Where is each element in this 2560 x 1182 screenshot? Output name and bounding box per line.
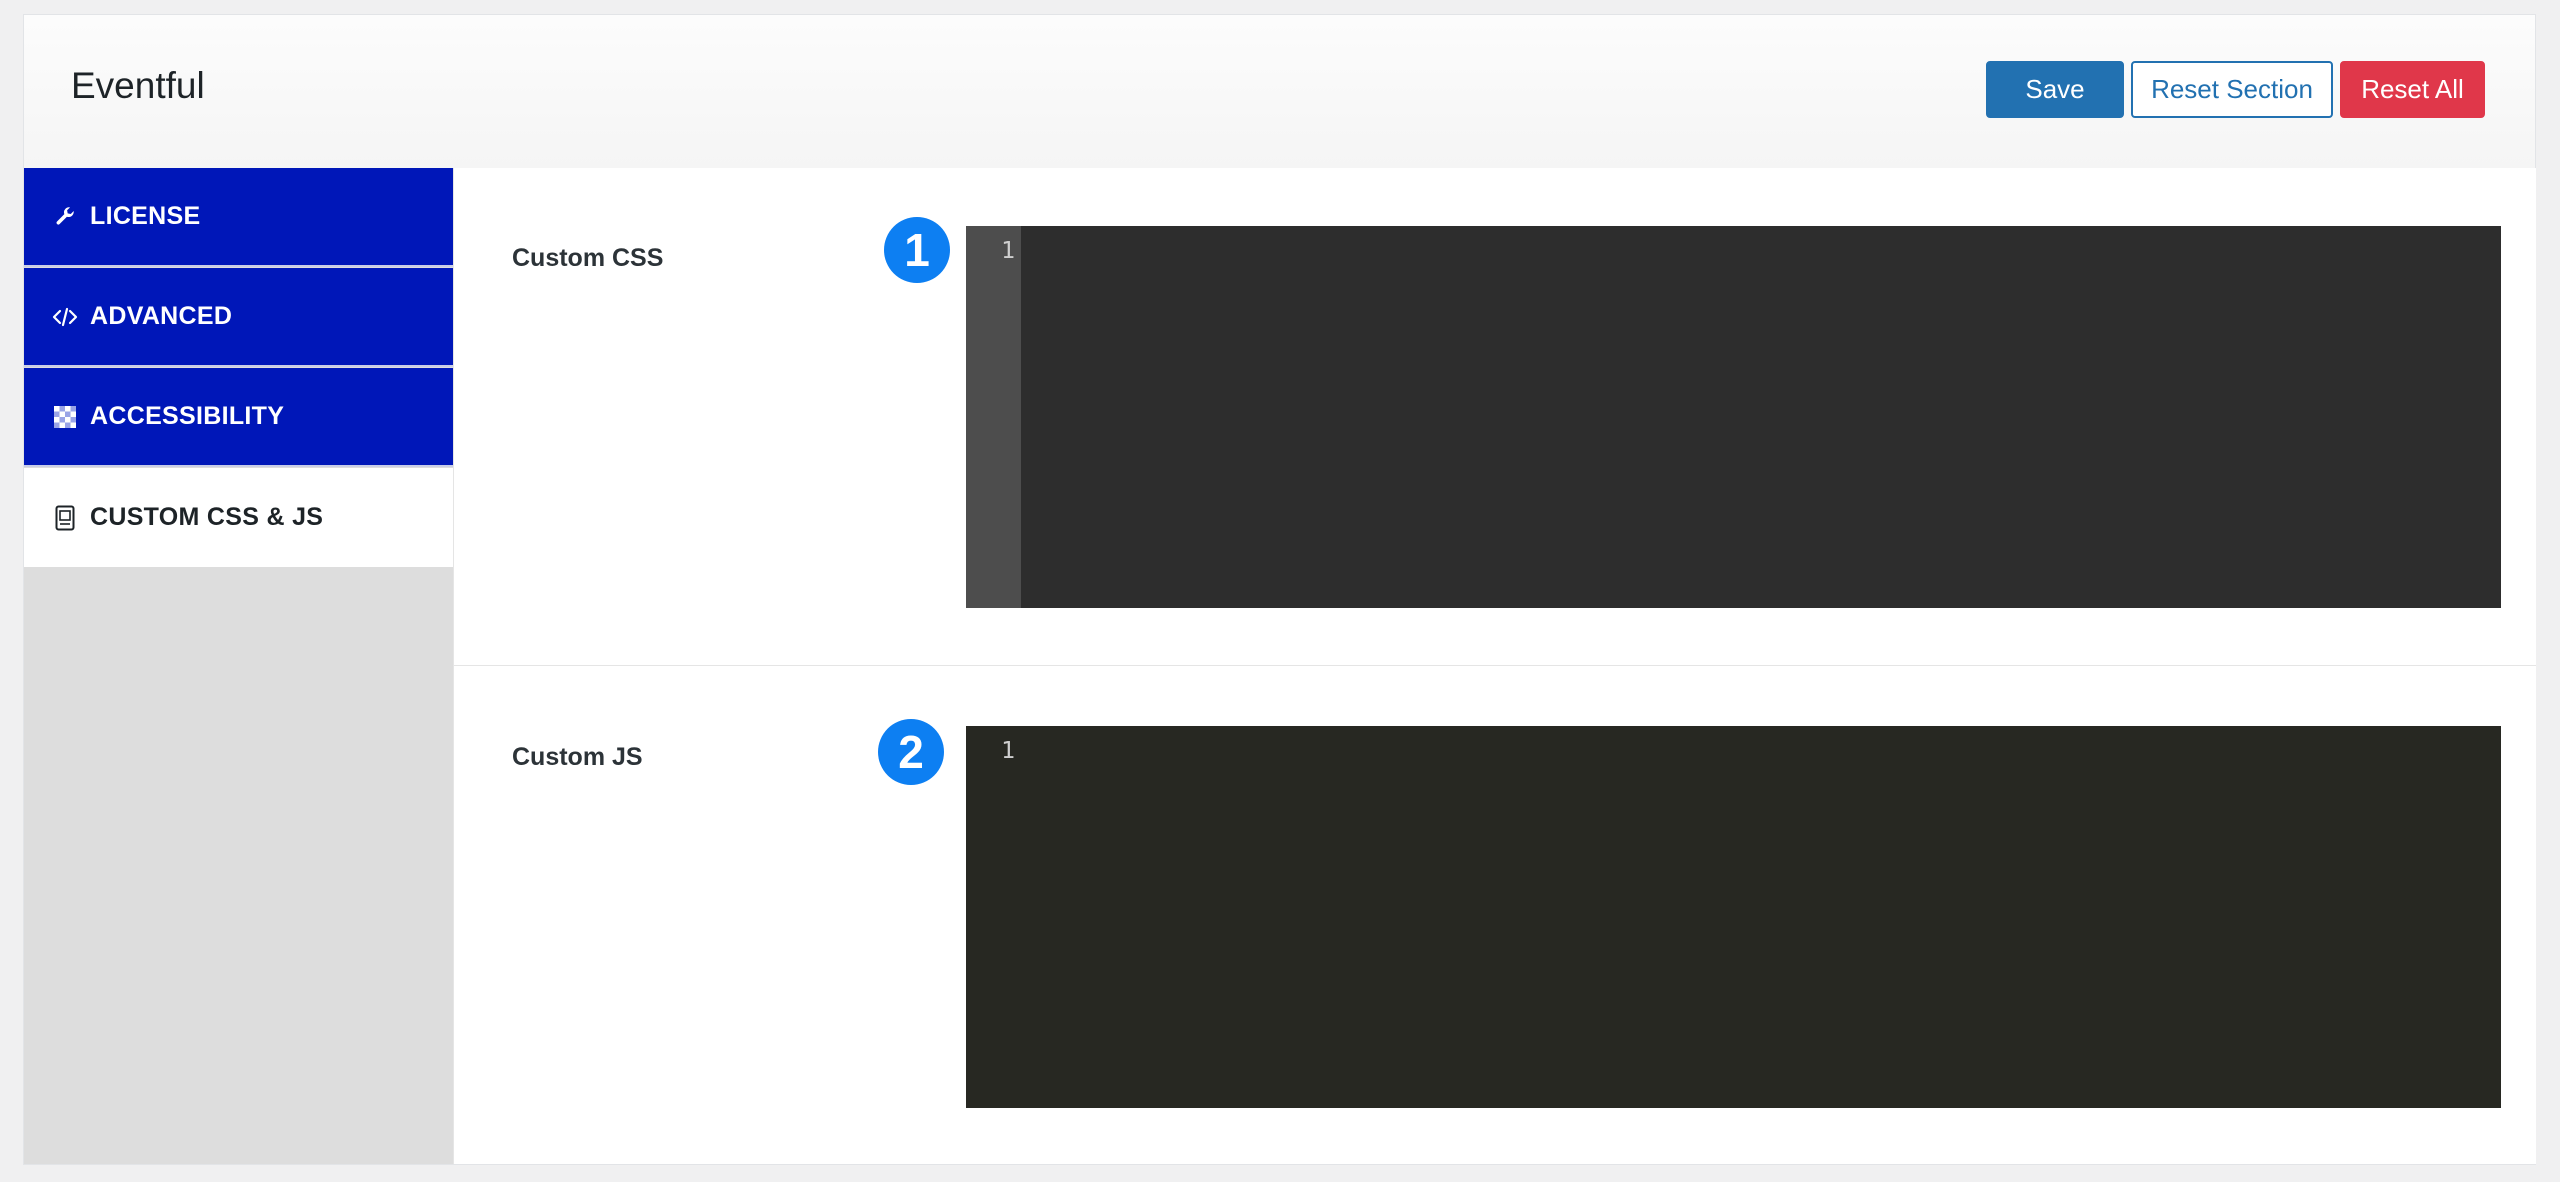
save-button[interactable]: Save [1986, 61, 2124, 118]
row-divider [454, 665, 2536, 666]
wrench-icon [52, 204, 78, 230]
sidebar-item-license[interactable]: LICENSE [24, 168, 453, 267]
settings-panel: Eventful Save Reset Section Reset All LI… [23, 14, 2536, 1165]
line-gutter: 1 [966, 226, 1021, 608]
line-number: 1 [1001, 238, 1015, 264]
sidebar-item-label: LICENSE [90, 202, 201, 230]
line-gutter: 1 [966, 726, 1021, 1108]
header: Eventful Save Reset Section Reset All [24, 15, 2535, 169]
step-badge-1: 1 [884, 217, 950, 283]
reset-all-button[interactable]: Reset All [2340, 61, 2485, 118]
sidebar-item-custom-css-js[interactable]: CUSTOM CSS & JS [24, 468, 453, 567]
main-content: Custom CSS 1 1 Custom JS 2 1 [453, 168, 2536, 1164]
custom-css-label: Custom CSS [512, 244, 664, 272]
custom-css-editor[interactable]: 1 [966, 226, 2501, 608]
reset-section-button[interactable]: Reset Section [2131, 61, 2333, 118]
line-number: 1 [1001, 738, 1015, 764]
css-code-area[interactable] [1021, 226, 2501, 608]
custom-js-editor[interactable]: 1 [966, 726, 2501, 1108]
js-code-area[interactable] [1021, 726, 2501, 1108]
checkerboard-icon [52, 404, 78, 430]
sidebar-item-accessibility[interactable]: ACCESSIBILITY [24, 368, 453, 467]
sidebar: LICENSE ADVANCED ACCESSIBILITY CUSTOM CS… [24, 168, 453, 1164]
sidebar-item-label: CUSTOM CSS & JS [90, 503, 324, 531]
sidebar-item-advanced[interactable]: ADVANCED [24, 268, 453, 367]
sidebar-item-label: ACCESSIBILITY [90, 402, 285, 430]
custom-js-label: Custom JS [512, 743, 643, 771]
file-code-icon [52, 505, 78, 531]
code-icon [52, 304, 78, 330]
sidebar-item-label: ADVANCED [90, 302, 233, 330]
page-title: Eventful [71, 65, 205, 106]
step-badge-2: 2 [878, 719, 944, 785]
